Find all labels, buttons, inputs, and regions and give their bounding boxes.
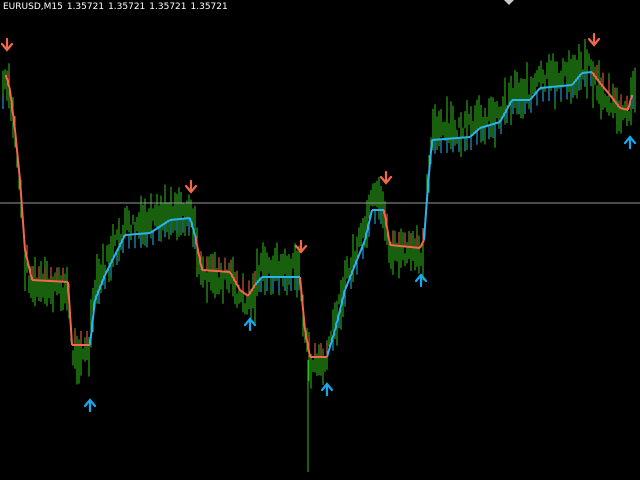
trend-segment	[423, 184, 429, 241]
trend-segment	[14, 129, 21, 181]
arrow-up-icon	[320, 382, 334, 397]
arrow-down-icon	[0, 37, 14, 52]
price-plot[interactable]	[0, 0, 640, 480]
scroll-marker-icon[interactable]	[504, 0, 514, 5]
arrow-down-icon	[587, 32, 601, 47]
arrow-up-icon	[623, 135, 637, 150]
chart-window[interactable]: EURUSD,M15 1.35721 1.35721 1.35721 1.35721	[0, 0, 640, 480]
arrow-down-icon	[184, 179, 198, 194]
trend-segment	[201, 269, 231, 273]
candles	[2, 38, 636, 472]
arrow-up-icon	[83, 398, 97, 413]
arrow-down-icon	[294, 239, 308, 254]
arrow-down-icon	[379, 170, 393, 185]
arrow-up-icon	[243, 317, 257, 332]
trend-band	[2, 64, 634, 358]
trend-segment	[499, 99, 513, 123]
arrow-up-icon	[414, 273, 428, 288]
